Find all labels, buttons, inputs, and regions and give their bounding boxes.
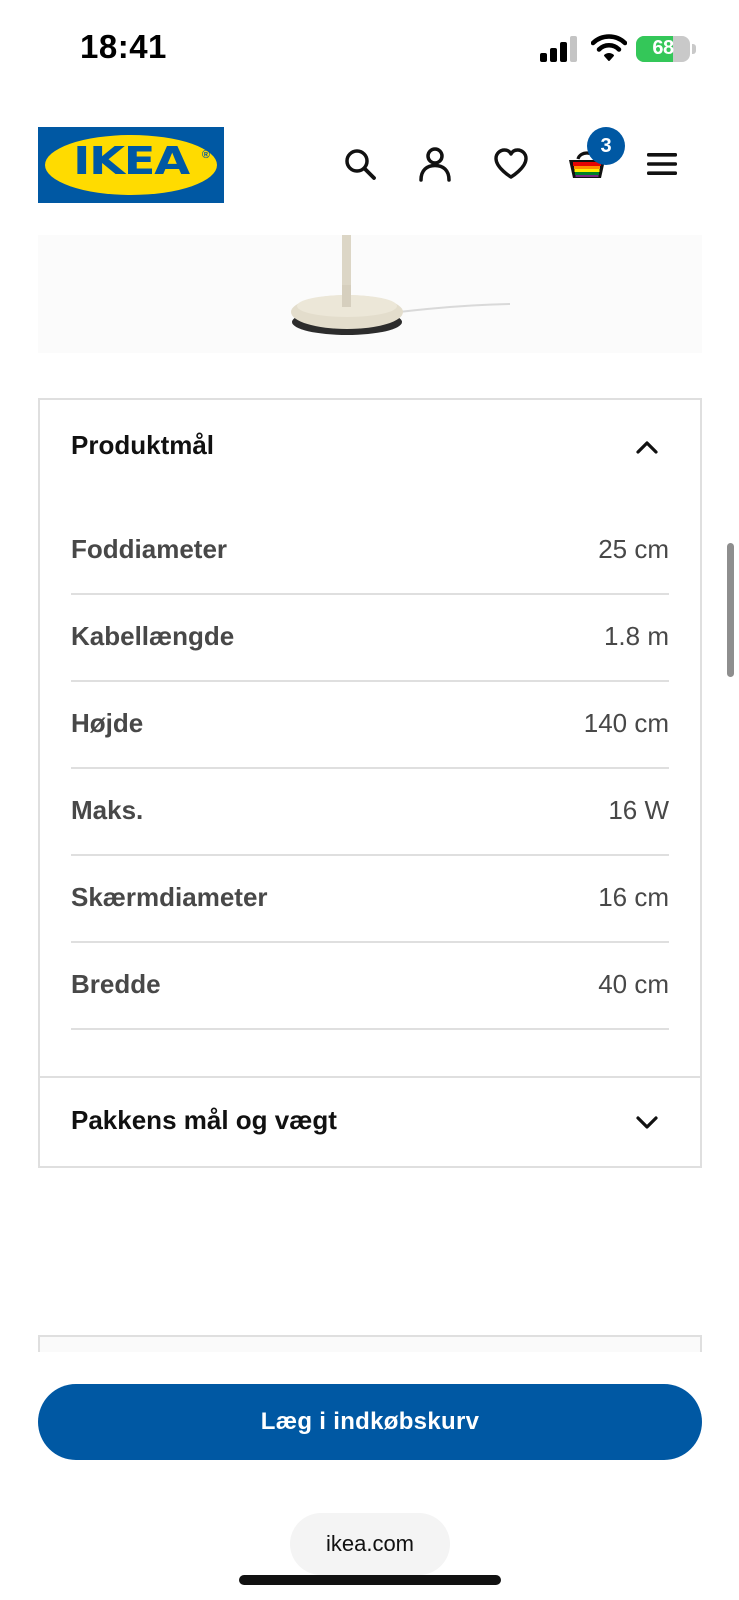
user-icon <box>419 147 451 182</box>
floor-lamp-image <box>291 235 511 335</box>
battery-percent: 68 <box>652 37 674 59</box>
dimension-value: 25 cm <box>598 534 669 564</box>
dimension-label: Kabellængde <box>71 621 235 651</box>
chevron-up-icon <box>636 441 658 454</box>
dimension-value: 16 W <box>608 795 669 825</box>
dimension-row: Højde 140 cm <box>71 682 669 769</box>
product-dimensions-panel: Produktmål Foddiameter 25 cm Kabellængde 1.… <box>38 398 702 1168</box>
registered-mark: ® <box>201 149 210 161</box>
add-to-cart-button[interactable]: Læg i indkøbskurv <box>38 1384 702 1460</box>
battery-tip <box>692 44 696 54</box>
favourites-button[interactable] <box>489 142 533 186</box>
dimension-row: Kabellængde 1.8 m <box>71 595 669 682</box>
browser-url-bar[interactable]: ikea.com <box>290 1513 450 1575</box>
dimensions-list: Foddiameter 25 cm Kabellængde 1.8 m Højde 140… <box>71 508 669 1030</box>
home-indicator <box>239 1575 501 1585</box>
battery-icon: 68 <box>636 36 690 62</box>
dimension-label: Maks. <box>71 795 144 825</box>
account-button[interactable] <box>413 142 457 186</box>
dimension-label: Foddiameter <box>71 534 228 564</box>
site-header: IKEA ® 3 <box>0 100 739 230</box>
logo-text: IKEA <box>73 139 190 183</box>
dimensions-title: Produktmål <box>71 430 215 460</box>
status-bar: 18:41 68 <box>0 0 739 100</box>
search-button[interactable] <box>338 142 382 186</box>
dimension-label: Bredde <box>71 969 161 999</box>
dimension-value: 16 cm <box>598 882 669 912</box>
chevron-down-icon <box>636 1116 658 1129</box>
search-icon <box>345 149 376 180</box>
dimension-row: Bredde 40 cm <box>71 943 669 1030</box>
cart-count-badge: 3 <box>587 127 625 165</box>
cellular-signal-icon <box>540 36 577 62</box>
product-image[interactable] <box>38 235 702 353</box>
dimensions-accordion-header[interactable]: Produktmål <box>40 400 700 490</box>
dimension-row: Maks. 16 W <box>71 769 669 856</box>
dimension-value: 140 cm <box>583 708 669 738</box>
status-time: 18:41 <box>80 28 167 65</box>
wifi-icon <box>591 34 627 61</box>
dimension-label: Højde <box>71 708 144 738</box>
package-title: Pakkens mål og vægt <box>71 1105 337 1135</box>
ikea-logo[interactable]: IKEA ® <box>38 127 224 203</box>
dimension-value: 1.8 m <box>603 621 669 651</box>
menu-icon <box>647 153 677 175</box>
dimension-label: Skærmdiameter <box>71 882 268 912</box>
dimension-row: Skærmdiameter 16 cm <box>71 856 669 943</box>
scrollbar[interactable] <box>727 543 734 677</box>
menu-button[interactable] <box>640 142 684 186</box>
heart-icon <box>494 148 528 179</box>
dimension-value: 40 cm <box>598 969 669 999</box>
dimension-row: Foddiameter 25 cm <box>71 508 669 595</box>
